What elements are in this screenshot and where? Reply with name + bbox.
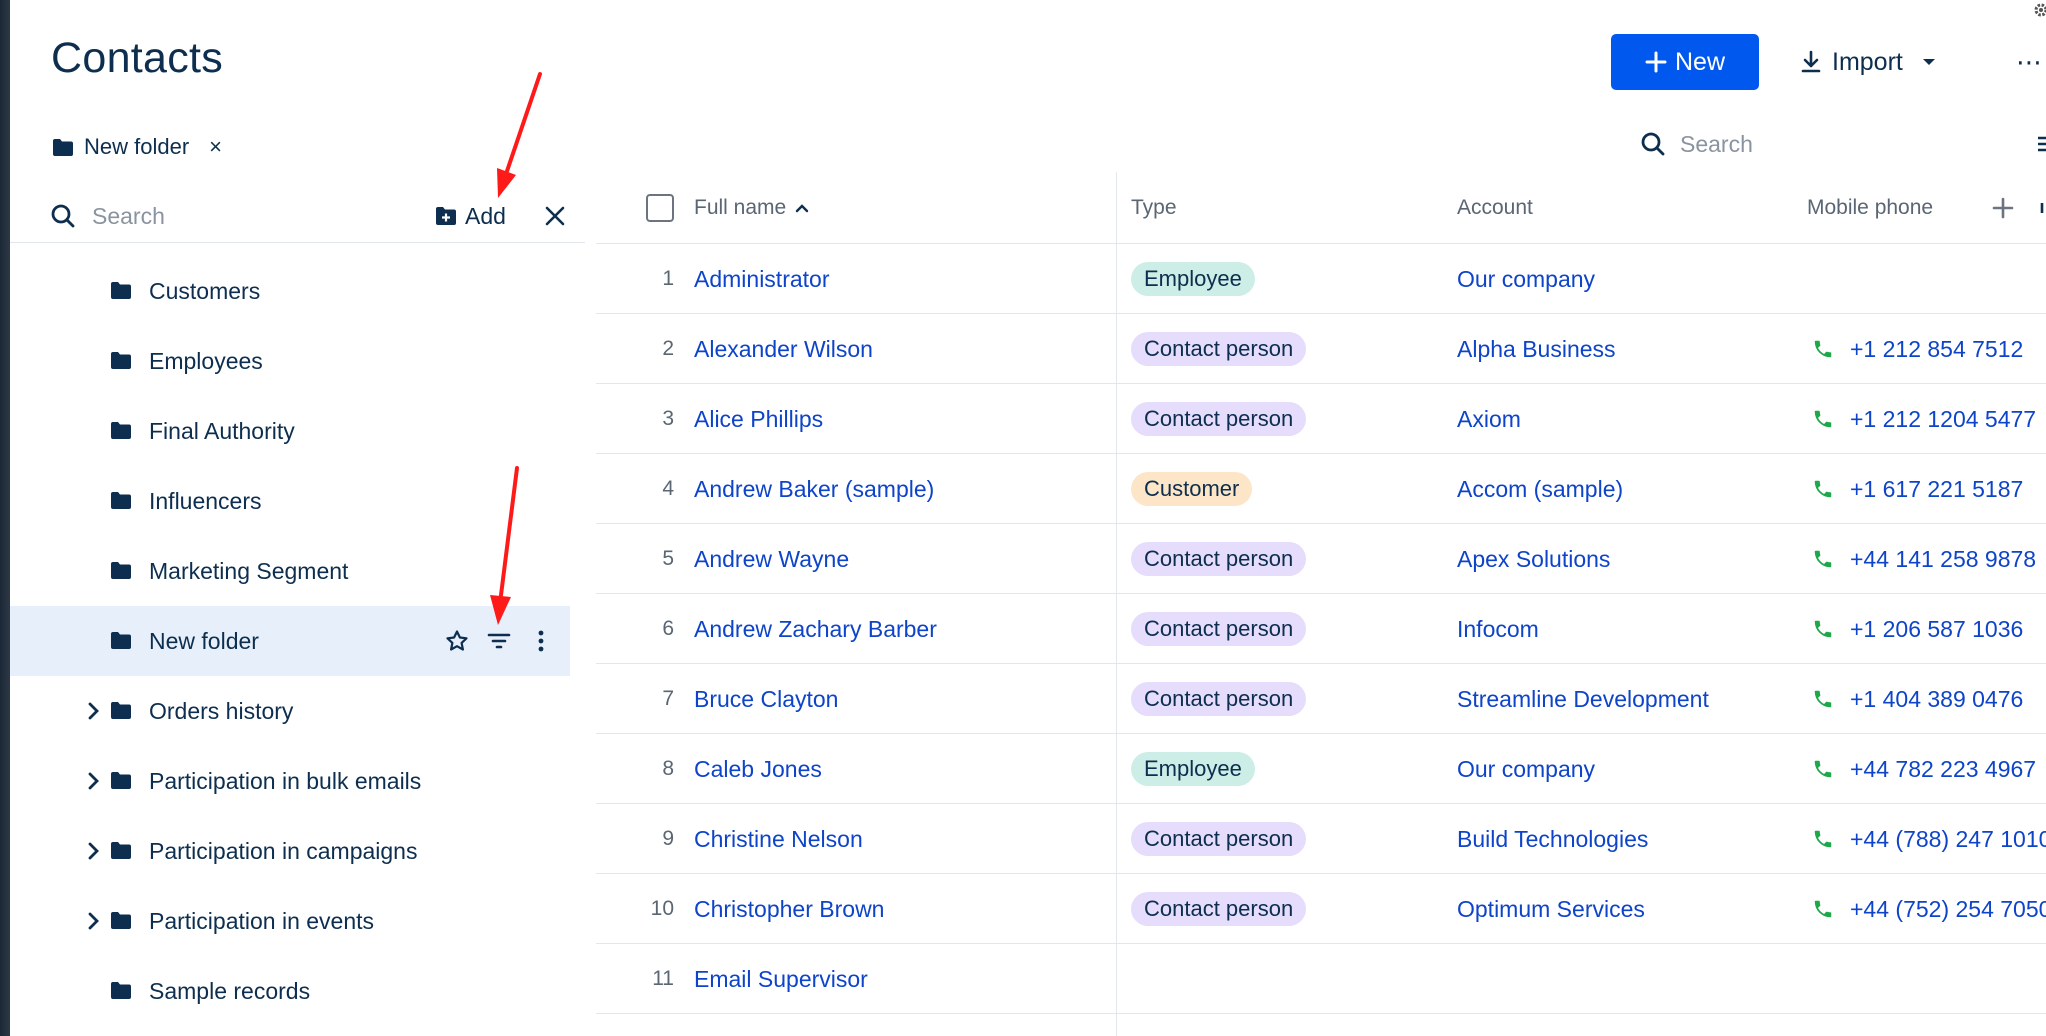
annotation-arrows bbox=[490, 72, 542, 625]
annotation-arrow-filter bbox=[490, 466, 519, 625]
annotation-arrow-add bbox=[497, 72, 542, 198]
